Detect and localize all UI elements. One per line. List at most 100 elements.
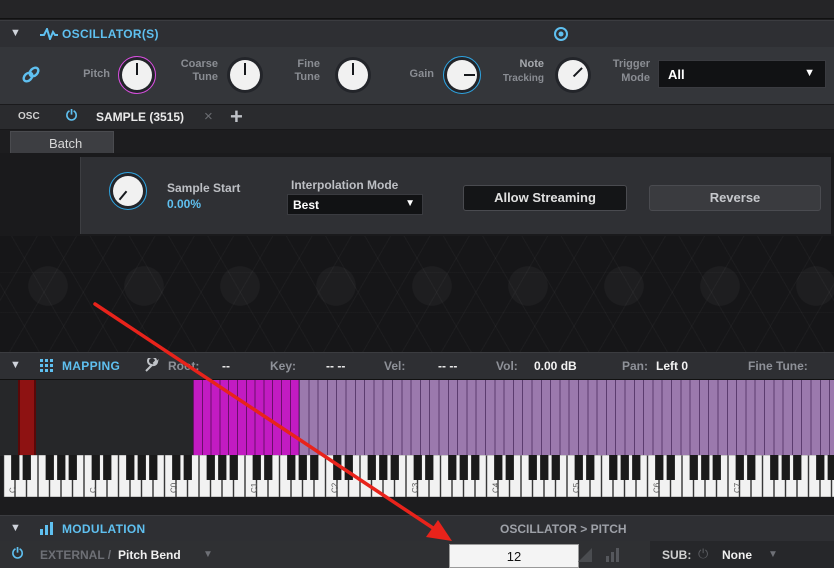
black-key[interactable] xyxy=(827,455,834,480)
zone-magenta[interactable] xyxy=(193,380,299,456)
collapse-triangle-icon[interactable]: ▼ xyxy=(10,522,21,534)
collapse-triangle-icon[interactable]: ▼ xyxy=(10,359,21,371)
octave-label: C xyxy=(9,487,18,493)
black-key[interactable] xyxy=(781,455,790,480)
coarse-tune-knob[interactable] xyxy=(230,60,260,90)
chevron-down-icon[interactable]: ▼ xyxy=(203,549,213,560)
black-key[interactable] xyxy=(689,455,698,480)
black-key[interactable] xyxy=(528,455,537,480)
interp-mode-dropdown[interactable]: Best ▼ xyxy=(287,194,423,215)
sample-start-label: Sample Start xyxy=(167,181,241,195)
trigger-mode-dropdown[interactable]: All ▼ xyxy=(658,60,826,88)
black-key[interactable] xyxy=(287,455,296,480)
black-key[interactable] xyxy=(494,455,503,480)
bars-icon[interactable] xyxy=(606,548,620,562)
oscillator-header[interactable]: ▼ OSCILLATOR(S) xyxy=(0,20,834,48)
chevron-down-icon[interactable]: ▼ xyxy=(768,549,778,560)
black-key[interactable] xyxy=(632,455,641,480)
black-key[interactable] xyxy=(620,455,629,480)
black-key[interactable] xyxy=(666,455,675,480)
black-key[interactable] xyxy=(540,455,549,480)
black-key[interactable] xyxy=(103,455,112,480)
mapping-header[interactable]: ▼ MAPPING Root: -- Key: -- -- Vel: -- --… xyxy=(0,352,834,380)
sub-label: SUB: xyxy=(662,548,692,562)
black-key[interactable] xyxy=(91,455,100,480)
black-key[interactable] xyxy=(137,455,146,480)
piano-keyboard[interactable]: C C C0 C1 C2 C3 C4 C5 C6 C7 xyxy=(0,455,834,497)
black-key[interactable] xyxy=(218,455,227,480)
black-key[interactable] xyxy=(149,455,158,480)
zone-lavender[interactable] xyxy=(299,380,834,456)
black-key[interactable] xyxy=(701,455,710,480)
black-key[interactable] xyxy=(413,455,422,480)
mode-label: Mode xyxy=(621,72,650,84)
reverse-button[interactable]: Reverse xyxy=(649,185,821,211)
waveform-display xyxy=(0,236,834,353)
octave-label: C3 xyxy=(411,482,420,493)
note-tracking-knob[interactable] xyxy=(558,60,588,90)
black-key[interactable] xyxy=(747,455,756,480)
black-key[interactable] xyxy=(655,455,664,480)
black-key[interactable] xyxy=(367,455,376,480)
black-key[interactable] xyxy=(770,455,779,480)
black-key[interactable] xyxy=(68,455,77,480)
power-icon[interactable]: ⏻ xyxy=(698,546,708,562)
sample-start-knob[interactable] xyxy=(113,176,143,206)
black-key[interactable] xyxy=(298,455,307,480)
link-icon[interactable] xyxy=(21,65,41,85)
power-icon[interactable]: ⏻ xyxy=(66,107,77,124)
fine-tune-knob[interactable] xyxy=(338,60,368,90)
allow-streaming-button[interactable]: Allow Streaming xyxy=(463,185,627,211)
black-key[interactable] xyxy=(206,455,215,480)
black-key[interactable] xyxy=(126,455,135,480)
black-key[interactable] xyxy=(505,455,514,480)
black-key[interactable] xyxy=(459,455,468,480)
black-key[interactable] xyxy=(229,455,238,480)
black-key[interactable] xyxy=(586,455,595,480)
oscillator-title: OSCILLATOR(S) xyxy=(62,27,159,41)
modulation-header[interactable]: ▼ MODULATION OSCILLATOR > PITCH xyxy=(0,515,834,542)
black-key[interactable] xyxy=(252,455,261,480)
add-tab-icon[interactable]: + xyxy=(230,104,243,130)
black-key[interactable] xyxy=(379,455,388,480)
black-key[interactable] xyxy=(333,455,342,480)
black-key[interactable] xyxy=(712,455,721,480)
black-key[interactable] xyxy=(22,455,31,480)
black-key[interactable] xyxy=(344,455,353,480)
black-key[interactable] xyxy=(183,455,192,480)
modulation-path: OSCILLATOR > PITCH xyxy=(500,522,627,536)
wrench-icon[interactable] xyxy=(144,358,159,373)
close-icon[interactable]: × xyxy=(204,108,213,125)
black-key[interactable] xyxy=(11,455,20,480)
octave-label: C0 xyxy=(170,482,179,493)
black-key[interactable] xyxy=(57,455,66,480)
pitch-knob[interactable] xyxy=(122,60,152,90)
gain-knob[interactable] xyxy=(447,60,477,90)
black-key[interactable] xyxy=(551,455,560,480)
black-key[interactable] xyxy=(45,455,54,480)
black-key[interactable] xyxy=(390,455,399,480)
black-key[interactable] xyxy=(793,455,802,480)
black-key[interactable] xyxy=(310,455,319,480)
black-key[interactable] xyxy=(172,455,181,480)
zone-red[interactable] xyxy=(18,380,36,456)
target-icon[interactable] xyxy=(553,26,569,42)
tab-sample[interactable]: ⏻ SAMPLE (3515) × xyxy=(56,105,226,129)
black-key[interactable] xyxy=(816,455,825,480)
black-key[interactable] xyxy=(471,455,480,480)
black-key[interactable] xyxy=(264,455,273,480)
power-icon[interactable]: ⏻ xyxy=(12,545,23,562)
fine-tune-label: Fine Tune: xyxy=(748,359,808,373)
sub-value[interactable]: None xyxy=(722,548,752,562)
octave-label: C5 xyxy=(572,482,581,493)
black-key[interactable] xyxy=(425,455,434,480)
black-key[interactable] xyxy=(609,455,618,480)
batch-tab[interactable]: Batch xyxy=(10,131,114,155)
mapping-zone-grid[interactable] xyxy=(0,379,834,456)
black-key[interactable] xyxy=(574,455,583,480)
mod-amount-field[interactable]: 12 xyxy=(449,544,579,568)
mod-source-value[interactable]: Pitch Bend xyxy=(118,548,181,562)
black-key[interactable] xyxy=(735,455,744,480)
collapse-triangle-icon[interactable]: ▼ xyxy=(10,27,21,39)
black-key[interactable] xyxy=(448,455,457,480)
